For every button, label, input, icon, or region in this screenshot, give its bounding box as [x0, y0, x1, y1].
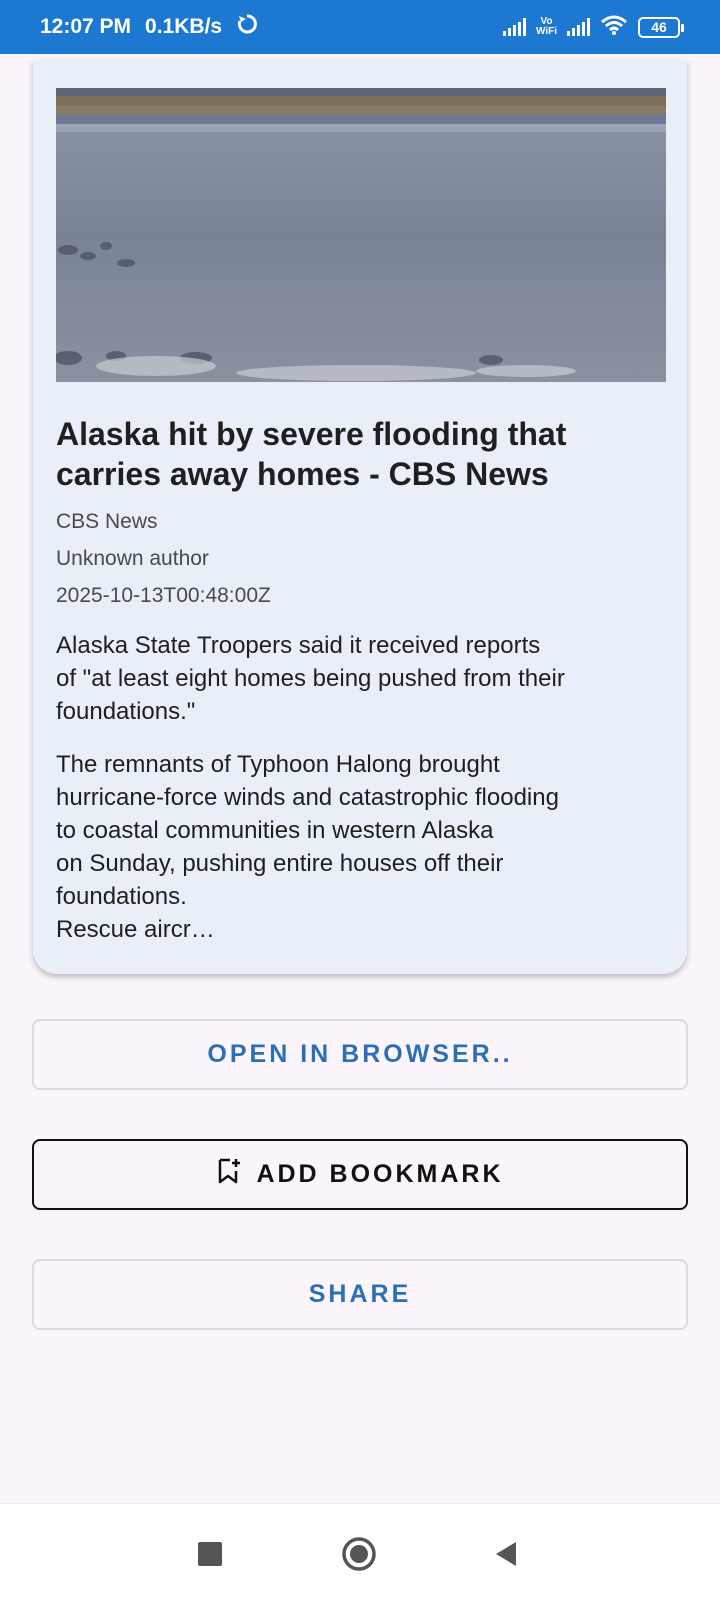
article-card[interactable]: Alaska hit by severe flooding that carri…: [33, 60, 687, 974]
open-in-browser-button[interactable]: OPEN IN BROWSER..: [32, 1019, 688, 1090]
add-bookmark-button[interactable]: ADD BOOKMARK: [32, 1139, 688, 1210]
status-left: 12:07 PM 0.1KB/s: [40, 13, 258, 41]
share-button[interactable]: SHARE: [32, 1259, 688, 1330]
add-bookmark-label: ADD BOOKMARK: [256, 1160, 504, 1188]
vowifi-bottom-label: WiFi: [535, 26, 557, 37]
article-image: [56, 88, 666, 382]
article-title: Alaska hit by severe flooding that carri…: [56, 416, 567, 492]
open-in-browser-label: OPEN IN BROWSER..: [207, 1040, 513, 1068]
system-nav-bar: [0, 1503, 720, 1600]
clock: 12:07 PM: [40, 15, 132, 38]
square-icon[interactable]: [198, 1542, 222, 1571]
article-content: The remnants of Typhoon Halong brought h…: [56, 751, 559, 943]
wifi-icon: [600, 14, 628, 41]
article-date: 2025-10-13T00:48:00Z: [56, 584, 271, 607]
article-author: Unknown author: [56, 547, 209, 570]
status-right: Vo WiFi 46: [502, 14, 684, 41]
vowifi-icon: Vo WiFi: [536, 17, 557, 37]
article-body: Alaska hit by severe flooding that carri…: [56, 414, 666, 946]
signal-icon-2: [567, 18, 590, 36]
circle-icon[interactable]: [341, 1536, 377, 1577]
battery-icon: 46: [638, 16, 684, 38]
network-speed: 0.1KB/s: [145, 15, 223, 38]
article-source: CBS News: [56, 510, 158, 533]
bookmark-add-icon: [216, 1157, 242, 1192]
sync-icon: [236, 13, 258, 41]
signal-icon: [502, 18, 526, 36]
article-description: Alaska State Troopers said it received r…: [56, 632, 565, 725]
share-label: SHARE: [308, 1280, 412, 1308]
battery-level: 46: [651, 19, 667, 35]
status-bar: 12:07 PM 0.1KB/s Vo WiFi 46: [0, 0, 720, 54]
triangle-back-icon[interactable]: [494, 1541, 518, 1572]
